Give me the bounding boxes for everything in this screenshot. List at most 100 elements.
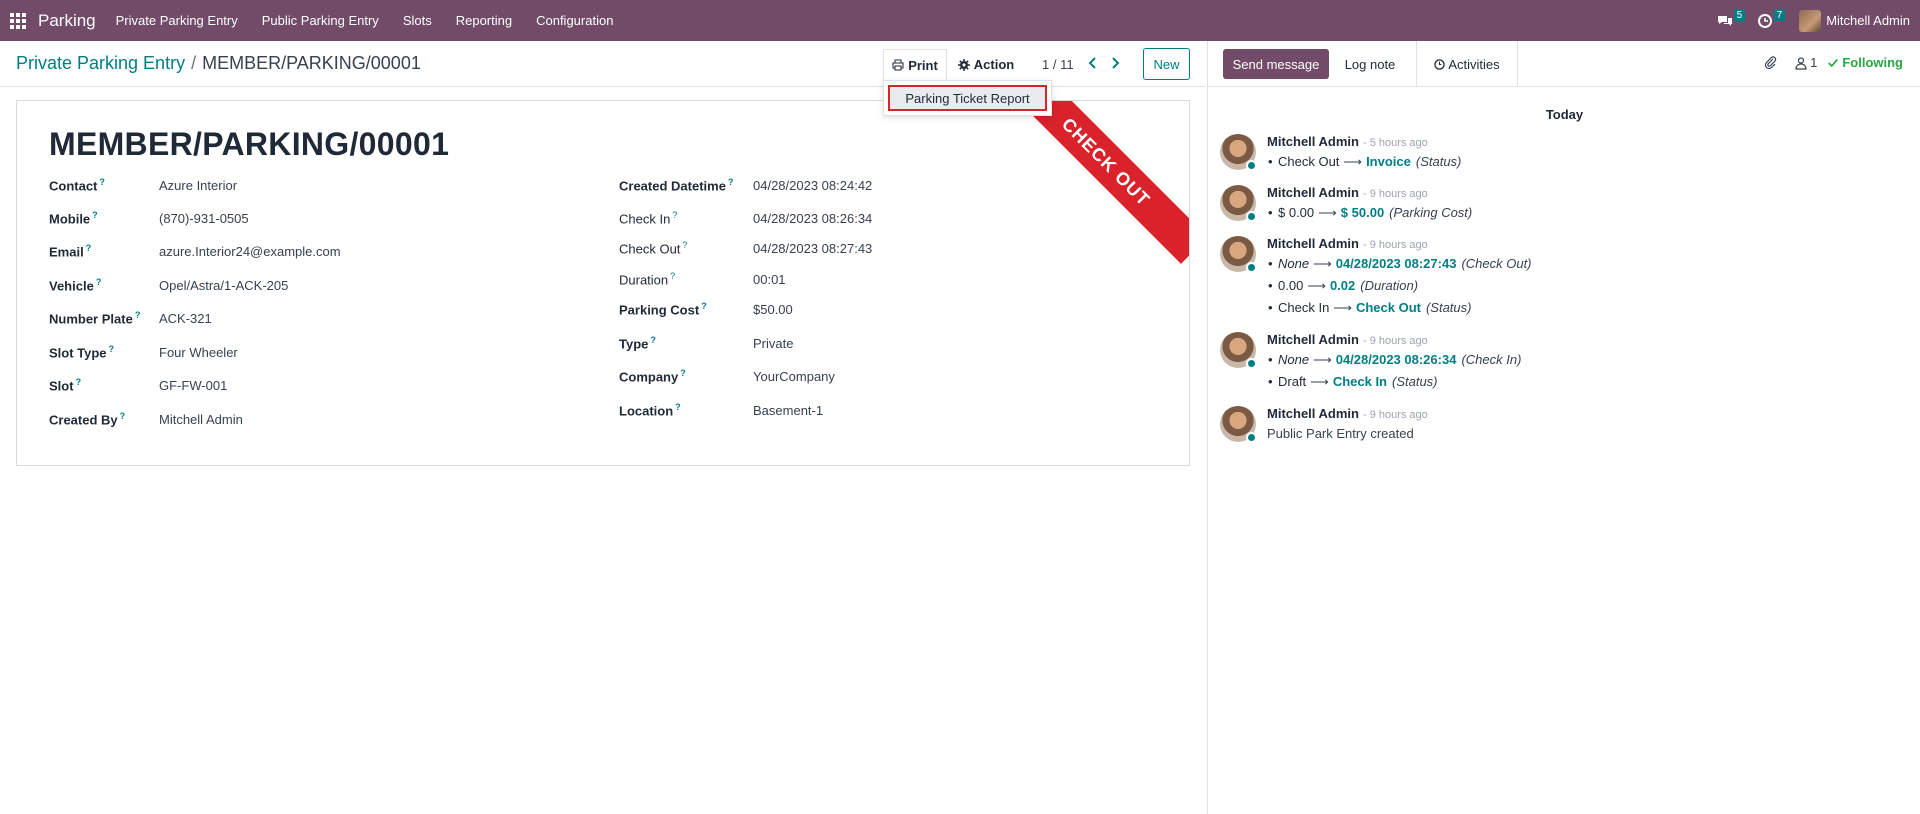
status-ribbon: CHECK OUT [1004, 101, 1189, 264]
author-name[interactable]: Mitchell Admin [1267, 185, 1359, 200]
messaging-button[interactable]: 5 [1711, 0, 1746, 41]
breadcrumb-parent-link[interactable]: Private Parking Entry [16, 53, 185, 73]
help-tooltip-icon[interactable]: ? [701, 301, 707, 311]
new-button[interactable]: New [1143, 48, 1190, 80]
followers-button[interactable]: 1 [1794, 55, 1817, 70]
help-tooltip-icon[interactable]: ? [135, 310, 141, 320]
message-time: - 9 hours ago [1362, 188, 1428, 200]
activities-tab-button[interactable]: Activities [1416, 41, 1518, 87]
label-check-in: Check In? [619, 210, 677, 226]
author-name[interactable]: Mitchell Admin [1267, 332, 1359, 347]
check-out-field[interactable]: 04/28/2023 08:27:43 [753, 241, 872, 256]
email-field[interactable]: azure.Interior24@example.com [159, 244, 341, 259]
attachment-button[interactable] [1764, 55, 1778, 70]
type-field[interactable]: Private [753, 336, 793, 351]
action-button[interactable]: Action [955, 49, 1017, 80]
tracking-value: Check In⟶Check Out (Status) [1268, 300, 1472, 316]
contact-field[interactable]: Azure Interior [159, 178, 237, 193]
chevron-right-icon [1112, 57, 1120, 69]
avatar[interactable] [1220, 185, 1257, 222]
check-in-field[interactable]: 04/28/2023 08:26:34 [753, 211, 872, 226]
chevron-left-icon [1088, 57, 1096, 69]
menu-private-parking-entry[interactable]: Private Parking Entry [116, 13, 238, 28]
company-field[interactable]: YourCompany [753, 369, 835, 384]
location-field[interactable]: Basement-1 [753, 403, 823, 418]
app-brand[interactable]: Parking [38, 11, 96, 31]
top-navbar: Parking Private Parking Entry Public Par… [0, 0, 1920, 41]
message-body: Public Park Entry created [1267, 426, 1414, 441]
help-tooltip-icon[interactable]: ? [670, 271, 675, 281]
help-tooltip-icon[interactable]: ? [728, 177, 734, 187]
avatar[interactable] [1220, 134, 1257, 171]
vehicle-field[interactable]: Opel/Astra/1-ACK-205 [159, 278, 288, 293]
slot-field[interactable]: GF-FW-001 [159, 378, 227, 393]
duration-field[interactable]: 00:01 [753, 272, 786, 287]
print-button[interactable]: Print [883, 49, 947, 80]
parking-ticket-report-item[interactable]: Parking Ticket Report [888, 85, 1047, 111]
author-name[interactable]: Mitchell Admin [1267, 236, 1359, 251]
log-note-button[interactable]: Log note [1334, 49, 1406, 79]
chatter-message: Mitchell Admin- 9 hours ago None⟶04/28/2… [1220, 236, 1900, 322]
menu-configuration[interactable]: Configuration [536, 13, 613, 28]
printer-icon [892, 59, 904, 71]
help-tooltip-icon[interactable]: ? [650, 335, 656, 345]
author-name[interactable]: Mitchell Admin [1267, 134, 1359, 149]
slot-type-field[interactable]: Four Wheeler [159, 345, 238, 360]
menu-slots[interactable]: Slots [403, 13, 432, 28]
tracking-value: None⟶04/28/2023 08:26:34 (Check In) [1268, 352, 1521, 368]
avatar[interactable] [1220, 406, 1257, 443]
new-value: $ 50.00 [1340, 205, 1385, 220]
help-tooltip-icon[interactable]: ? [120, 411, 126, 421]
date-separator: Today [1545, 107, 1584, 122]
tracking-value: Check Out⟶Invoice (Status) [1268, 154, 1461, 170]
avatar[interactable] [1220, 332, 1257, 369]
message-author: Mitchell Admin - 5 hours ago [1267, 134, 1428, 149]
mobile-field[interactable]: (870)-931-0505 [159, 211, 249, 226]
clock-icon [1434, 58, 1446, 70]
tracking-value: Draft⟶Check In (Status) [1268, 374, 1438, 390]
message-time: - 9 hours ago [1362, 239, 1428, 251]
help-tooltip-icon[interactable]: ? [76, 377, 82, 387]
help-tooltip-icon[interactable]: ? [99, 177, 105, 187]
number-plate-field[interactable]: ACK-321 [159, 311, 212, 326]
help-tooltip-icon[interactable]: ? [109, 344, 115, 354]
label-text: Check In [619, 211, 671, 227]
help-tooltip-icon[interactable]: ? [672, 210, 677, 220]
following-button[interactable]: Following [1827, 55, 1903, 70]
apps-menu-icon[interactable] [0, 0, 36, 41]
pager-value[interactable]: 1 / 11 [1042, 57, 1074, 72]
arrow-right-icon: ⟶ [1313, 352, 1332, 367]
user-menu[interactable]: Mitchell Admin [1799, 9, 1910, 32]
chatter-message: Mitchell Admin- 9 hours ago $ 0.00⟶$ 50.… [1220, 185, 1900, 229]
label-text: Mobile [49, 211, 91, 227]
help-tooltip-icon[interactable]: ? [680, 368, 686, 378]
help-tooltip-icon[interactable]: ? [92, 210, 98, 220]
pager-next-button[interactable] [1107, 55, 1123, 71]
parking-cost-field[interactable]: $50.00 [753, 302, 793, 317]
label-text: Check Out [619, 241, 681, 257]
send-message-button[interactable]: Send message [1223, 49, 1329, 79]
avatar[interactable] [1220, 236, 1257, 273]
tracking-value: 0.00⟶0.02 (Duration) [1268, 278, 1418, 294]
old-value: $ 0.00 [1278, 205, 1315, 220]
help-tooltip-icon[interactable]: ? [96, 277, 102, 287]
author-name[interactable]: Mitchell Admin [1267, 406, 1359, 421]
activities-button[interactable]: 7 [1751, 0, 1786, 41]
tracked-field-name: (Status) [1392, 374, 1438, 389]
menu-public-parking-entry[interactable]: Public Parking Entry [262, 13, 379, 28]
pager-previous-button[interactable] [1085, 55, 1101, 71]
menu-reporting[interactable]: Reporting [456, 13, 512, 28]
help-tooltip-icon[interactable]: ? [675, 402, 681, 412]
label-contact: Contact? [49, 177, 105, 193]
created-datetime-field[interactable]: 04/28/2023 08:24:42 [753, 178, 872, 193]
label-duration: Duration? [619, 271, 675, 287]
created-by-field[interactable]: Mitchell Admin [159, 412, 243, 427]
help-tooltip-icon[interactable]: ? [86, 243, 92, 253]
following-label: Following [1842, 55, 1903, 70]
label-text: Type [619, 336, 649, 352]
tracked-field-name: (Status) [1425, 300, 1472, 315]
help-tooltip-icon[interactable]: ? [682, 240, 687, 250]
online-status-icon [1246, 211, 1257, 222]
label-company: Company? [619, 368, 686, 384]
chatter-topbar: Send message Log note Activities 1 Follo… [1208, 41, 1920, 87]
